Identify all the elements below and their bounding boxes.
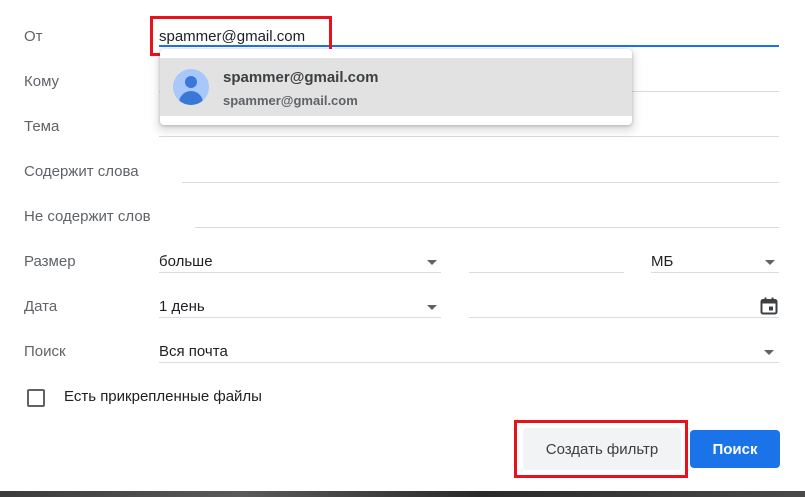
search-scope-chevron-down-icon <box>764 350 774 355</box>
date-range-underline <box>159 317 441 318</box>
has-words-underline[interactable] <box>182 182 779 183</box>
suggestion-name: spammer@gmail.com <box>223 69 379 86</box>
size-operator-chevron-down-icon <box>427 260 437 265</box>
to-label: Кому <box>24 73 60 90</box>
avatar <box>173 69 209 105</box>
avatar-body-icon <box>179 91 203 105</box>
autocomplete-dropdown: spammer@gmail.com spammer@gmail.com <box>160 49 632 125</box>
has-attachment-label: Есть прикрепленные файлы <box>64 388 262 405</box>
size-unit-chevron-down-icon <box>765 260 775 265</box>
from-label: От <box>24 28 43 45</box>
not-has-words-label: Не содержит слов <box>24 208 151 225</box>
calendar-icon[interactable] <box>760 297 778 315</box>
size-operator-underline <box>159 272 441 273</box>
subject-underline[interactable] <box>159 136 779 137</box>
size-value-underline[interactable] <box>469 272 624 273</box>
background-strip <box>0 491 805 497</box>
search-button[interactable]: Поиск <box>690 430 780 468</box>
subject-label: Тема <box>24 118 60 135</box>
suggestion-email: spammer@gmail.com <box>223 93 358 108</box>
search-scope-underline <box>159 362 779 363</box>
date-label: Дата <box>24 298 58 315</box>
date-input-underline[interactable] <box>469 317 779 318</box>
search-scope-label: Поиск <box>24 343 66 360</box>
not-has-words-underline[interactable] <box>195 227 779 228</box>
date-range-select[interactable]: 1 день <box>159 298 205 316</box>
size-label: Размер <box>24 253 76 270</box>
has-words-label: Содержит слова <box>24 163 139 180</box>
date-range-chevron-down-icon <box>427 305 437 310</box>
avatar-head-icon <box>185 76 197 88</box>
search-scope-select[interactable]: Вся почта <box>159 343 228 361</box>
create-filter-highlight-box <box>514 420 688 478</box>
size-operator-select[interactable]: больше <box>159 253 213 271</box>
has-attachment-checkbox[interactable] <box>27 389 45 407</box>
size-unit-underline <box>651 272 779 273</box>
size-unit-select[interactable]: МБ <box>651 253 673 271</box>
autocomplete-suggestion[interactable]: spammer@gmail.com spammer@gmail.com <box>160 58 632 116</box>
